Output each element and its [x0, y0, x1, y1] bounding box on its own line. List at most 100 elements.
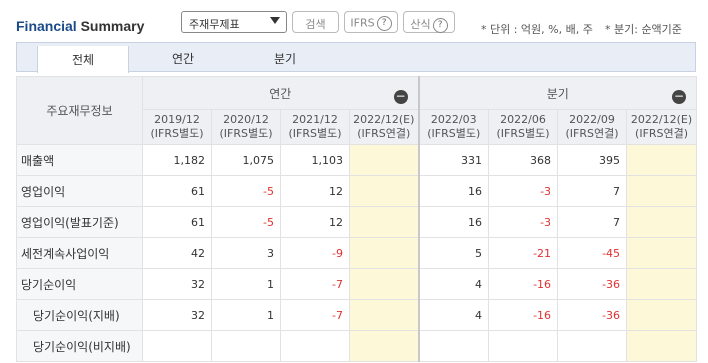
tab-quarter[interactable]: 분기	[239, 43, 331, 71]
table-cell: 7	[557, 206, 628, 238]
column-header: 2022/06 (IFRS별도)	[488, 109, 559, 145]
column-header: 2020/12 (IFRS별도)	[211, 109, 281, 145]
tab-annual[interactable]: 연간	[137, 43, 229, 71]
table-cell: -45	[557, 237, 628, 269]
table-row: 매출액 1,182 1,075 1,103 331 368 395	[16, 144, 698, 176]
table-cell: -21	[488, 237, 559, 269]
column-header: 2022/09 (IFRS연결)	[557, 109, 628, 145]
table-cell	[626, 237, 698, 269]
column-period: 2019/12	[154, 113, 200, 126]
row-label: 당기순이익(지배)	[16, 299, 143, 331]
financial-table: 주요재무정보 연간 − 분기 − 2019/12 (IFRS별도) 2020/12(…	[16, 76, 698, 362]
table-cell: 7	[557, 175, 628, 207]
table-cell: 4	[417, 268, 490, 300]
collapse-icon[interactable]: −	[393, 90, 408, 104]
search-button-label: 검색	[305, 18, 326, 31]
toolbar: Financial Summary 주재무제표 검색 IFRS? 산식? * 단…	[0, 0, 708, 40]
table-cell: 368	[488, 144, 559, 176]
page-title: Financial Summary	[16, 18, 144, 34]
collapse-icon[interactable]: −	[672, 90, 687, 104]
table-cell: 1	[211, 299, 281, 331]
table-cell	[348, 268, 420, 300]
row-label: 영업이익(발표기준)	[16, 206, 143, 238]
column-basis: (IFRS별도)	[427, 127, 481, 140]
column-header: 2021/12 (IFRS별도)	[280, 109, 350, 145]
table-cell	[557, 330, 628, 362]
column-period: 2022/12(E)	[630, 113, 693, 126]
table-cell: 42	[142, 237, 212, 269]
table-cell	[348, 175, 420, 207]
table-cell	[348, 237, 420, 269]
table-cell: 12	[280, 175, 350, 207]
statement-select-value: 주재무제표	[189, 18, 240, 31]
table-cell: 5	[417, 237, 490, 269]
table-cell	[626, 206, 698, 238]
calc-label: 산식	[410, 18, 431, 31]
annual-group-label: 연간	[269, 86, 292, 101]
column-period: 2022/12(E)	[353, 113, 415, 126]
statement-select[interactable]: 주재무제표	[181, 11, 287, 33]
table-cell: 16	[417, 175, 490, 207]
table-row: 당기순이익 32 1 -7 4 -16 -36	[16, 268, 698, 300]
unit-note: * 단위 : 억원, %, 배, 주	[481, 23, 593, 36]
title-part2: Summary	[80, 18, 145, 34]
table-cell	[142, 330, 212, 362]
formula-help-button[interactable]: 산식?	[403, 11, 455, 33]
table-row: 영업이익 61 -5 12 16 -3 7	[16, 175, 698, 207]
table-cell: -5	[211, 175, 281, 207]
table-cell: 61	[142, 175, 212, 207]
column-basis: (IFRS별도)	[219, 127, 273, 140]
table-cell: 1,103	[280, 144, 350, 176]
column-basis: (IFRS연결)	[635, 127, 689, 140]
column-header: 2022/12(E) (IFRS연결)	[626, 109, 698, 145]
table-cell: 12	[280, 206, 350, 238]
column-period: 2020/12	[223, 113, 269, 126]
column-period: 2021/12	[292, 113, 338, 126]
table-cell	[626, 299, 698, 331]
column-basis: (IFRS연결)	[357, 127, 411, 140]
table-cell	[417, 330, 490, 362]
table-cell: -9	[280, 237, 350, 269]
table-cell	[348, 299, 420, 331]
column-basis: (IFRS별도)	[150, 127, 204, 140]
table-cell: 331	[417, 144, 490, 176]
table-cell	[211, 330, 281, 362]
table-cell	[626, 268, 698, 300]
table-cell	[348, 330, 420, 362]
table-cell: -3	[488, 175, 559, 207]
table-cell	[348, 206, 420, 238]
table-cell: -36	[557, 299, 628, 331]
table-cell	[626, 330, 698, 362]
column-basis: (IFRS연결)	[565, 127, 619, 140]
row-label: 매출액	[16, 144, 143, 176]
row-label: 세전계속사업이익	[16, 237, 143, 269]
period-tabs: 전체 연간 분기	[16, 42, 696, 73]
column-header: 2019/12 (IFRS별도)	[142, 109, 212, 145]
table-cell: -7	[280, 299, 350, 331]
quarter-group-header: 분기 −	[417, 76, 698, 110]
table-cell: 4	[417, 299, 490, 331]
column-basis: (IFRS별도)	[496, 127, 550, 140]
column-basis: (IFRS별도)	[288, 127, 342, 140]
question-icon: ?	[432, 17, 448, 33]
table-cell: 61	[142, 206, 212, 238]
table-cell	[488, 330, 559, 362]
table-cell: -7	[280, 268, 350, 300]
table-cell: -16	[488, 268, 559, 300]
row-label: 당기순이익	[16, 268, 143, 300]
table-cell: 1,182	[142, 144, 212, 176]
search-button[interactable]: 검색	[292, 11, 339, 33]
ifrs-help-button[interactable]: IFRS?	[344, 11, 398, 33]
row-label: 당기순이익(비지배)	[16, 330, 143, 362]
tab-all[interactable]: 전체	[37, 46, 129, 73]
table-cell: 395	[557, 144, 628, 176]
quarter-basis-note: * 분기: 순액기준	[605, 23, 682, 36]
quarter-group-label: 분기	[546, 86, 569, 101]
column-period: 2022/03	[430, 113, 477, 126]
table-cell: 1,075	[211, 144, 281, 176]
table-cell: 1	[211, 268, 281, 300]
table-cell	[626, 144, 698, 176]
table-cell: -36	[557, 268, 628, 300]
table-cell	[348, 144, 420, 176]
table-cell	[280, 330, 350, 362]
